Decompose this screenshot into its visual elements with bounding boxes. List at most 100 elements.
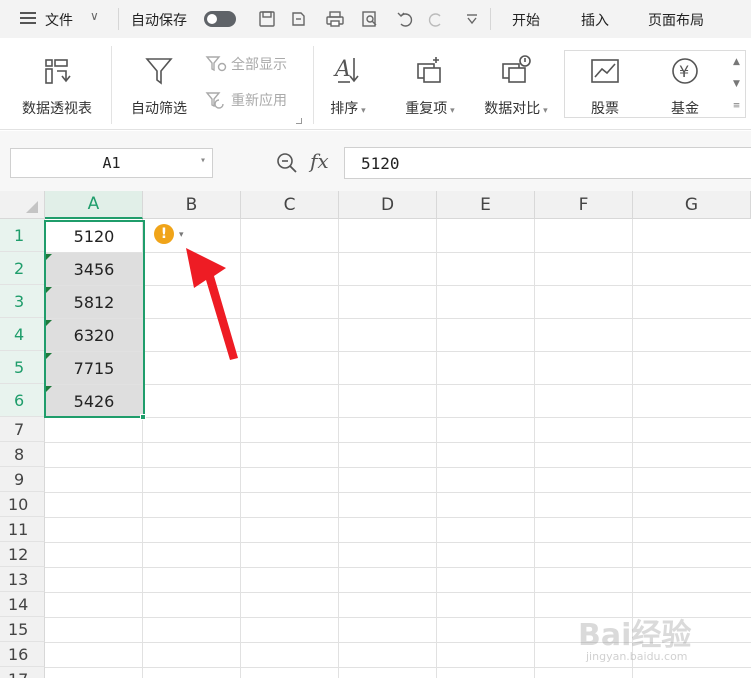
gridline xyxy=(45,542,751,543)
chevron-down-icon[interactable]: ▾ xyxy=(179,230,184,240)
divider xyxy=(118,8,119,30)
cell-a5[interactable]: 7715 xyxy=(45,352,143,384)
row-header-12[interactable]: 12 xyxy=(0,542,45,567)
row-header-5[interactable]: 5 xyxy=(0,351,45,384)
row-header-3[interactable]: 3 xyxy=(0,285,45,318)
divider xyxy=(490,8,491,30)
number-as-text-indicator xyxy=(46,386,52,392)
column-header-e[interactable]: E xyxy=(437,191,535,219)
row-header-7[interactable]: 7 xyxy=(0,417,45,442)
number-as-text-indicator xyxy=(46,353,52,359)
print-preview-icon[interactable] xyxy=(359,8,381,30)
autosave-label: 自动保存 xyxy=(131,13,187,29)
fund-button[interactable]: ¥ 基金 xyxy=(660,52,710,118)
print-icon[interactable] xyxy=(324,8,346,30)
formula-input[interactable]: 5120 xyxy=(344,147,751,179)
number-as-text-indicator xyxy=(46,254,52,260)
expand-gallery-icon[interactable]: ≡ xyxy=(733,101,741,111)
select-all-corner[interactable] xyxy=(0,191,45,219)
function-icon[interactable]: fx xyxy=(310,149,329,173)
watermark: Bai经验 jingyan.baidu.com xyxy=(578,618,692,663)
row-header-8[interactable]: 8 xyxy=(0,442,45,467)
file-menu[interactable]: 文件 xyxy=(45,10,73,30)
column-header-d[interactable]: D xyxy=(339,191,437,219)
gridline xyxy=(45,567,751,568)
number-as-text-indicator xyxy=(46,320,52,326)
row-header-16[interactable]: 16 xyxy=(0,642,45,667)
divider xyxy=(313,46,314,124)
chevron-down-icon[interactable]: ∨ xyxy=(90,9,99,23)
cell-a3[interactable]: 5812 xyxy=(45,286,143,318)
row-header-2[interactable]: 2 xyxy=(0,252,45,285)
autosave-toggle[interactable] xyxy=(204,11,236,27)
save-icon[interactable] xyxy=(256,8,278,30)
gridline xyxy=(338,219,339,678)
row-header-13[interactable]: 13 xyxy=(0,567,45,592)
autofilter-button[interactable]: 自动筛选 xyxy=(124,52,194,118)
row-header-17[interactable]: 17 xyxy=(0,667,45,678)
row-header-6[interactable]: 6 xyxy=(0,384,45,417)
row-header-1[interactable]: 1 xyxy=(0,219,45,252)
cell-a4[interactable]: 6320 xyxy=(45,319,143,351)
row-header-15[interactable]: 15 xyxy=(0,617,45,642)
show-all-button[interactable]: 全部显示 xyxy=(205,54,287,74)
formula-bar: A1 ▾ fx 5120 xyxy=(0,131,751,191)
redo-icon[interactable] xyxy=(425,8,447,30)
yen-coin-icon: ¥ xyxy=(669,52,701,86)
tab-page-layout[interactable]: 页面布局 xyxy=(648,10,704,30)
row-header-14[interactable]: 14 xyxy=(0,592,45,617)
menu-bar: 文件 ∨ 自动保存 开始 插入 页面布局 xyxy=(0,0,751,38)
cell-a6[interactable]: 5426 xyxy=(45,385,143,417)
row-header-4[interactable]: 4 xyxy=(0,318,45,351)
undo-icon[interactable] xyxy=(394,8,416,30)
chevron-down-icon[interactable]: ▾ xyxy=(200,155,206,166)
error-check-warning-icon[interactable]: ! xyxy=(154,224,174,244)
pivot-table-icon xyxy=(42,52,72,86)
stock-button[interactable]: 股票 xyxy=(580,52,630,118)
column-header-a[interactable]: A xyxy=(45,191,143,219)
fill-handle[interactable] xyxy=(140,414,146,420)
tab-home[interactable]: 开始 xyxy=(512,10,540,30)
show-all-icon xyxy=(205,56,227,72)
gridline xyxy=(534,219,535,678)
tab-insert[interactable]: 插入 xyxy=(581,10,609,30)
column-header-b[interactable]: B xyxy=(143,191,241,219)
cell-a1[interactable]: 5120 xyxy=(45,220,143,252)
duplicates-button[interactable]: 重复项 ▾ xyxy=(398,52,462,118)
svg-text:A: A xyxy=(333,57,351,82)
row-header-11[interactable]: 11 xyxy=(0,517,45,542)
export-icon[interactable] xyxy=(287,8,309,30)
gridline xyxy=(45,384,751,385)
gridline xyxy=(45,285,751,286)
data-compare-icon xyxy=(499,52,533,86)
gridline xyxy=(436,219,437,678)
scroll-up-icon[interactable]: ▲ xyxy=(733,57,740,67)
gridline xyxy=(45,417,751,418)
pivot-table-button[interactable]: 数据透视表 xyxy=(14,52,100,118)
gridline xyxy=(45,252,751,253)
column-header-c[interactable]: C xyxy=(241,191,339,219)
row-header-10[interactable]: 10 xyxy=(0,492,45,517)
red-arrow-annotation xyxy=(186,248,238,360)
menu-icon[interactable] xyxy=(20,12,36,24)
reapply-icon xyxy=(205,92,224,109)
column-header-f[interactable]: F xyxy=(535,191,633,219)
dialog-launcher-icon[interactable] xyxy=(296,118,302,124)
data-compare-button[interactable]: 数据对比 ▾ xyxy=(476,52,556,118)
gridline xyxy=(45,351,751,352)
gridline xyxy=(45,592,751,593)
row-header-9[interactable]: 9 xyxy=(0,467,45,492)
sort-button[interactable]: A 排序 ▾ xyxy=(322,52,374,118)
gridline xyxy=(45,467,751,468)
svg-text:¥: ¥ xyxy=(679,62,689,81)
number-as-text-indicator xyxy=(46,287,52,293)
reapply-button[interactable]: 重新应用 xyxy=(205,90,287,110)
gallery-scrollbar[interactable]: ▲ ▼ ≡ xyxy=(728,50,746,118)
gridline xyxy=(45,517,751,518)
customize-toolbar-icon[interactable] xyxy=(461,8,483,30)
name-box[interactable]: A1 ▾ xyxy=(10,148,213,178)
scroll-down-icon[interactable]: ▼ xyxy=(733,79,740,89)
cell-a2[interactable]: 3456 xyxy=(45,253,143,285)
column-header-g[interactable]: G xyxy=(633,191,751,219)
zoom-icon[interactable] xyxy=(276,152,298,178)
